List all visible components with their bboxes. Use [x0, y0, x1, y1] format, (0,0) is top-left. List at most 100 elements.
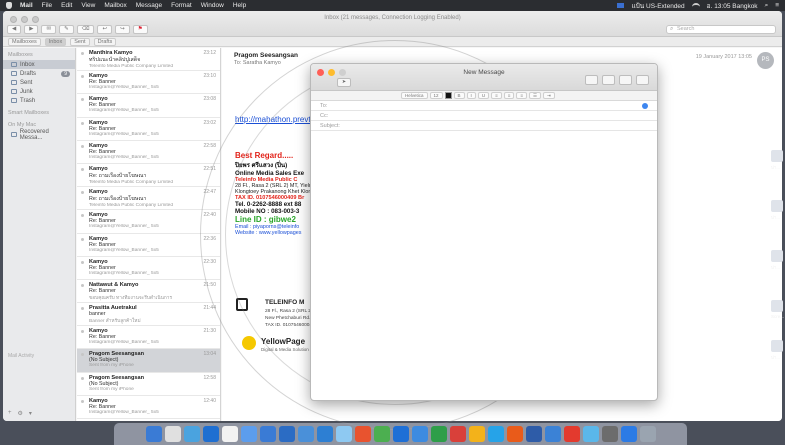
- list-icon[interactable]: ≡: [775, 2, 779, 9]
- apple-icon[interactable]: [6, 2, 12, 9]
- align-right-button[interactable]: ≡: [516, 92, 527, 99]
- message-list-item[interactable]: Kamyo 23:10 Re: Banner Instagram@Yellow_Ban…: [77, 71, 220, 95]
- message-list-item[interactable]: Pragom Seesangsan 12:58 (No Subject) Sent f…: [77, 373, 220, 396]
- dock-app-icon[interactable]: [620, 426, 637, 442]
- message-list-item[interactable]: Pragom Seesangsan 13:04 (No Subject) Sent f…: [77, 349, 220, 373]
- flag-button[interactable]: ⚑: [132, 25, 148, 34]
- text-color-swatch[interactable]: [444, 92, 452, 99]
- bold-button[interactable]: B: [453, 92, 465, 99]
- dock-app-icon[interactable]: [278, 426, 295, 442]
- desktop-file-icon[interactable]: [771, 150, 783, 162]
- underline-button[interactable]: U: [477, 92, 490, 99]
- dock-app-icon[interactable]: [411, 426, 428, 442]
- sidebar-item-sent[interactable]: Sent: [3, 78, 75, 87]
- input-source-icon[interactable]: [617, 3, 625, 8]
- message-list-item[interactable]: Kamyo 21:30 Re: Banner Instagram@Yellow_Ban…: [77, 326, 220, 350]
- chevron-down-icon[interactable]: ▾: [29, 410, 32, 417]
- dock-app-icon[interactable]: [240, 426, 257, 442]
- photo-browser-icon[interactable]: [636, 75, 649, 85]
- menu-mailbox[interactable]: Mailbox: [104, 2, 126, 9]
- dock-app-icon[interactable]: [563, 426, 580, 442]
- dock-app-icon[interactable]: [259, 426, 276, 442]
- forward-button[interactable]: ▶: [24, 25, 39, 34]
- dock-app-icon[interactable]: [525, 426, 542, 442]
- emoji-icon[interactable]: [619, 75, 632, 85]
- menu-file[interactable]: File: [42, 2, 52, 9]
- dock-app-icon[interactable]: [639, 426, 656, 442]
- attach-icon[interactable]: [585, 75, 598, 85]
- list-button[interactable]: ☰: [528, 92, 542, 99]
- back-button[interactable]: ◀: [7, 25, 22, 34]
- wifi-icon[interactable]: [691, 3, 700, 8]
- indent-button[interactable]: ⇥: [543, 92, 555, 99]
- dock-app-icon[interactable]: [468, 426, 485, 442]
- fav-drafts[interactable]: Drafts: [93, 37, 117, 46]
- dock-app-icon[interactable]: [145, 426, 162, 442]
- italic-button[interactable]: I: [466, 92, 476, 99]
- align-left-button[interactable]: ≡: [491, 92, 502, 99]
- fav-mailboxes[interactable]: Mailboxes: [8, 37, 41, 46]
- fav-sent[interactable]: Sent: [70, 37, 90, 46]
- sidebar-section-smart[interactable]: Smart Mailboxes: [3, 108, 75, 118]
- menu-edit[interactable]: Edit: [61, 2, 72, 9]
- dock-app-icon[interactable]: [487, 426, 504, 442]
- dock-app-icon[interactable]: [335, 426, 352, 442]
- desktop-file-icon[interactable]: [771, 250, 783, 262]
- message-list-item[interactable]: Kamyo 23:02 Re: Banner Instagram@Yellow_Ban…: [77, 118, 220, 141]
- input-source-label[interactable]: แป้น US-Extended: [631, 1, 684, 11]
- message-list-item[interactable]: Kamyo 22:40 Re: Banner Instagram@Yellow_Ban…: [77, 210, 220, 234]
- message-list-item[interactable]: Kamyo 22:58 Re: Banner Instagram@Yellow_Ban…: [77, 141, 220, 164]
- message-list-item[interactable]: Manthira Kamyo 23:12 ทริปแนะนำคลิปปูเสด็จ T…: [77, 48, 220, 72]
- subject-field[interactable]: Subject:: [311, 121, 657, 131]
- cc-field[interactable]: Cc:: [311, 111, 657, 121]
- menu-clock[interactable]: อ. 13:05 Bangkok: [707, 1, 758, 11]
- add-contact-icon[interactable]: [642, 103, 648, 109]
- message-body-editor[interactable]: [311, 141, 657, 400]
- desktop-file-icon[interactable]: [771, 340, 783, 352]
- fav-inbox[interactable]: Inbox: [44, 37, 67, 46]
- dock-app-icon[interactable]: [392, 426, 409, 442]
- align-center-button[interactable]: ≡: [503, 92, 515, 99]
- compose-button[interactable]: ✎: [59, 25, 74, 34]
- sidebar-item-trash[interactable]: Trash: [3, 96, 75, 105]
- dock-app-icon[interactable]: [582, 426, 599, 442]
- add-mailbox-button[interactable]: +: [8, 410, 12, 417]
- sidebar-item-junk[interactable]: Junk: [3, 87, 75, 96]
- menu-view[interactable]: View: [81, 2, 95, 9]
- message-list-item[interactable]: Kamyo 23:08 Re: Banner Instagram@Yellow_Ban…: [77, 94, 220, 118]
- dock-app-icon[interactable]: [202, 426, 219, 442]
- get-mail-button[interactable]: ✉: [41, 25, 57, 34]
- dock-app-icon[interactable]: [430, 426, 447, 442]
- to-field[interactable]: To:: [311, 101, 657, 111]
- menu-mail[interactable]: Mail: [20, 2, 33, 9]
- message-list-item[interactable]: Kamyo 22:30 Re: Banner Instagram@Yellow_Ban…: [77, 257, 220, 280]
- sidebar-section-mailboxes[interactable]: Mailboxes: [3, 50, 75, 60]
- dock-app-icon[interactable]: [506, 426, 523, 442]
- menu-format[interactable]: Format: [171, 2, 192, 9]
- dock-app-icon[interactable]: [354, 426, 371, 442]
- message-list[interactable]: Manthira Kamyo 23:12 ทริปแนะนำคลิปปูเสด็จ T…: [77, 48, 221, 421]
- reply-button[interactable]: ↩: [97, 25, 113, 34]
- font-select[interactable]: Helvetica: [401, 92, 428, 99]
- format-icon[interactable]: [602, 75, 615, 85]
- dock-app-icon[interactable]: [316, 426, 333, 442]
- search-icon[interactable]: ⌕: [765, 2, 769, 10]
- dock-app-icon[interactable]: [221, 426, 238, 442]
- message-link[interactable]: http://mahathon.prevt: [235, 115, 311, 124]
- message-list-item[interactable]: Prasitta Auetrakul 21:44 banner Banner สำหร…: [77, 303, 220, 327]
- dock-app-icon[interactable]: [544, 426, 561, 442]
- message-list-item[interactable]: Kamyo 22:51 Re: ถามเรื่องป้ายโฆษณา Teleinfo…: [77, 164, 220, 188]
- dock-app-icon[interactable]: [373, 426, 390, 442]
- menu-message[interactable]: Message: [136, 2, 162, 9]
- message-list-item[interactable]: Kamyo 12:40 Re: Banner Instagram@Yellow_Ban…: [77, 396, 220, 419]
- dock-app-icon[interactable]: [164, 426, 181, 442]
- menu-window[interactable]: Window: [201, 2, 224, 9]
- font-size-select[interactable]: 12: [429, 92, 443, 99]
- dock-app-icon[interactable]: [449, 426, 466, 442]
- gear-icon[interactable]: ⚙: [18, 410, 23, 417]
- menu-help[interactable]: Help: [233, 2, 246, 9]
- dock-app-icon[interactable]: [601, 426, 618, 442]
- send-button[interactable]: ➤: [337, 78, 351, 87]
- desktop-file-icon[interactable]: [771, 200, 783, 212]
- search-input[interactable]: Search: [666, 25, 776, 34]
